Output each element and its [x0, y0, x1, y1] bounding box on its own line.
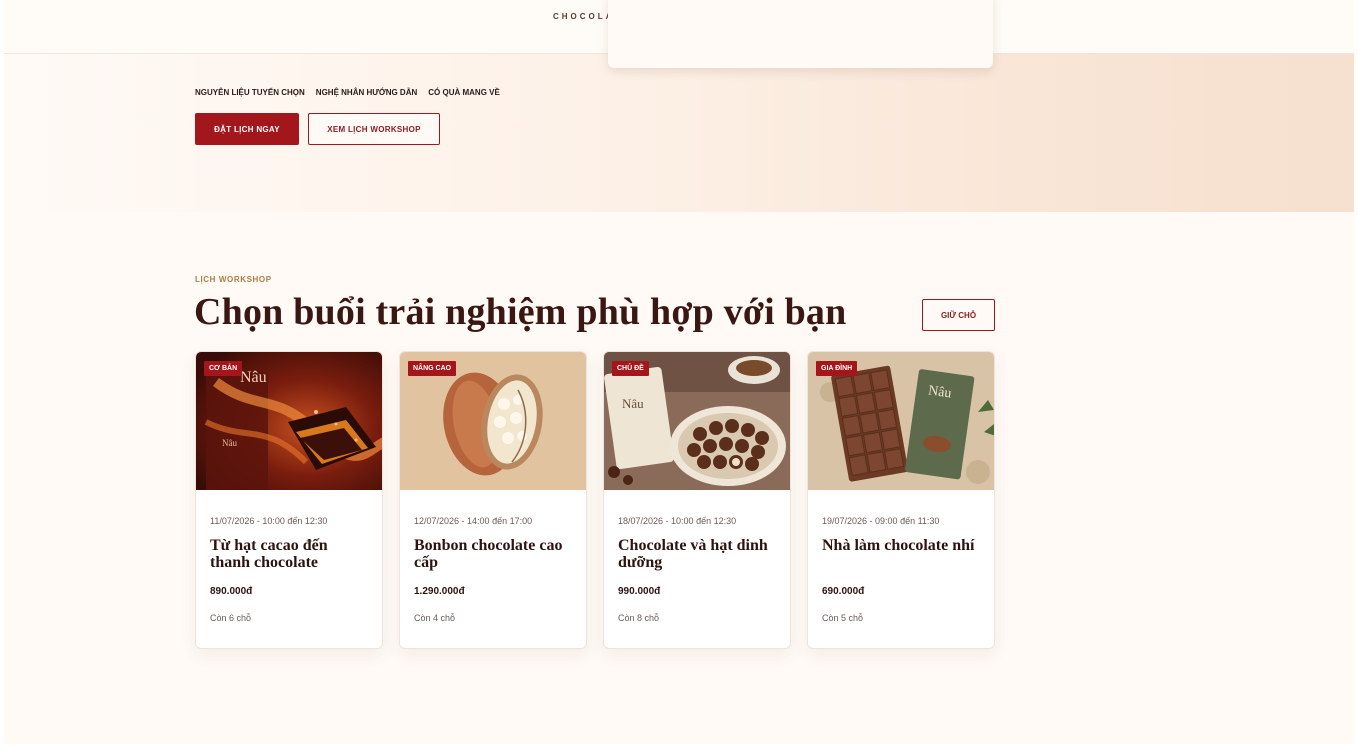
level-badge: NÂNG CAO [408, 361, 457, 376]
card-price: 690.000đ [822, 586, 865, 597]
hero-features: NGUYÊN LIỆU TUYỂN CHỌN NGHỆ NHÂN HƯỚNG D… [195, 88, 500, 97]
section-title: Chọn buổi trải nghiệm phù hợp với bạn [194, 291, 847, 333]
workshop-card[interactable]: Nâu GIA ĐÌNH 19/07/2026 - 09:00 đến 11:3… [807, 351, 995, 649]
truffle-box-image: Nâu CHỦ ĐỀ [604, 352, 790, 490]
hero-section: NGUYÊN LIỆU TUYỂN CHỌN NGHỆ NHÂN HƯỚNG D… [4, 54, 1354, 212]
view-schedule-button[interactable]: XEM LỊCH WORKSHOP [308, 113, 440, 145]
card-date: 12/07/2026 - 14:00 đến 17:00 [414, 516, 533, 526]
caramel-chocolate-image: Nâu Nâu CƠ BẢN [196, 352, 382, 490]
book-now-button[interactable]: ĐẶT LỊCH NGAY [195, 113, 299, 145]
feature-ingredients: NGUYÊN LIỆU TUYỂN CHỌN [195, 88, 305, 97]
card-date: 11/07/2026 - 10:00 đến 12:30 [210, 516, 328, 526]
header-dropdown-panel [608, 0, 993, 68]
level-badge: CƠ BẢN [204, 361, 243, 376]
level-badge: GIA ĐÌNH [816, 361, 858, 376]
level-badge: CHỦ ĐỀ [612, 361, 649, 376]
card-price: 1.290.000đ [414, 586, 465, 597]
feature-gift: CÓ QUÀ MANG VỀ [428, 88, 500, 97]
card-title[interactable]: Nhà làm chocolate nhí [822, 537, 982, 554]
card-seats: Còn 8 chỗ [618, 613, 660, 623]
card-date: 18/07/2026 - 10:00 đến 12:30 [618, 516, 737, 526]
workshop-card[interactable]: Nâu Nâu CƠ BẢN 11/07/2026 - 10:00 đến 12… [195, 351, 383, 649]
card-price: 990.000đ [618, 586, 661, 597]
card-price: 890.000đ [210, 586, 253, 597]
section-eyebrow: LỊCH WORKSHOP [195, 275, 272, 284]
cacao-pod-image: NÂNG CAO [400, 352, 586, 490]
card-seats: Còn 6 chỗ [210, 613, 252, 623]
workshop-card[interactable]: Nâu CHỦ ĐỀ 18/07/2026 - 10:00 đến 12:30 … [603, 351, 791, 649]
image-label-text: Nâu [240, 369, 267, 386]
card-title[interactable]: Chocolate và hạt dinh dưỡng [618, 537, 778, 571]
image-label-text: Nâu [622, 396, 644, 411]
svg-text:Nâu: Nâu [222, 438, 237, 448]
card-date: 19/07/2026 - 09:00 đến 11:30 [822, 516, 940, 526]
page: CHOCOLATE NGUYÊN LIỆU TUYỂN CHỌN NGHỆ NH… [4, 0, 1354, 744]
card-title[interactable]: Từ hạt cacao đến thanh chocolate [210, 537, 370, 571]
card-title[interactable]: Bonbon chocolate cao cấp [414, 537, 574, 571]
card-seats: Còn 5 chỗ [822, 613, 864, 623]
card-seats: Còn 4 chỗ [414, 613, 456, 623]
feature-artisan: NGHỆ NHÂN HƯỚNG DẪN [315, 88, 418, 97]
workshop-card[interactable]: NÂNG CAO 12/07/2026 - 14:00 đến 17:00 Bo… [399, 351, 587, 649]
workshop-card-list: Nâu Nâu CƠ BẢN 11/07/2026 - 10:00 đến 12… [195, 351, 995, 649]
reserve-button[interactable]: GIỮ CHỖ [922, 299, 995, 331]
chocolate-bar-image: Nâu GIA ĐÌNH [808, 352, 994, 490]
